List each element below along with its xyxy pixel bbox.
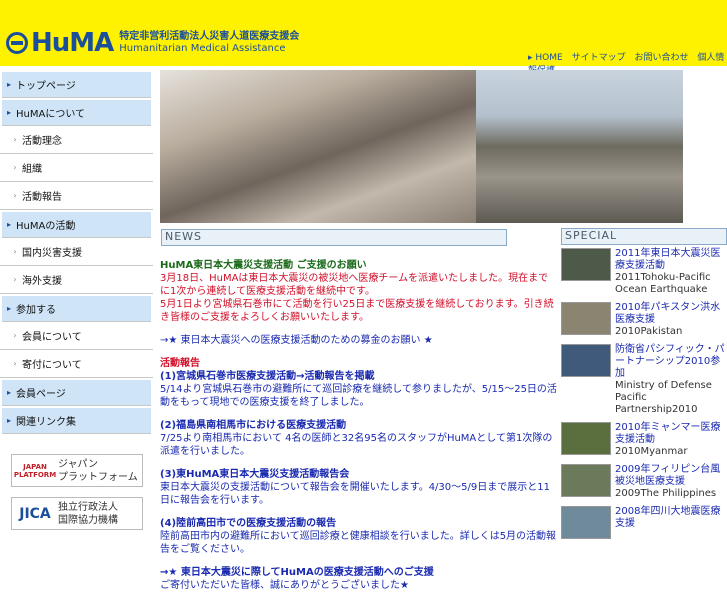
jica-logo: JICA [19, 505, 51, 522]
sidebar-item-reports[interactable]: › 活動報告 [0, 182, 153, 210]
news-item-body-3: 東日本大震災の支援活動について報告会を開催いたします。4/30〜5/9日まで展示… [160, 482, 550, 506]
special-link[interactable]: 2011年東日本大震災医療支援活動 [615, 248, 727, 272]
special-link[interactable]: 2010年パキスタン洪水医療支援 [615, 302, 727, 326]
special-item[interactable]: 2010年ミャンマー医療支援活動 2010Myanmar [561, 422, 727, 458]
hero-photo-medical-care [160, 70, 476, 223]
japan-platform-banner[interactable]: JAPAN PLATFORM ジャパン プラットフォーム [11, 454, 143, 487]
chevron-right-icon: ▸ [6, 416, 11, 425]
sidebar-item-organization[interactable]: › 組織 [0, 154, 153, 182]
news-red-text-1: 3月18日、HuMAは東日本大震災の被災地へ医療チームを派遣いたしました。現在ま… [160, 273, 549, 297]
special-item[interactable]: 2011年東日本大震災医療支援活動 2011Tohoku-Pacific Ocea… [561, 248, 727, 296]
topnav-sitemap-link[interactable]: サイトマップ [572, 53, 626, 63]
chevron-right-icon: › [13, 247, 17, 256]
topnav-contact-link[interactable]: お問い合わせ [634, 53, 688, 63]
special-subtitle: 2009The Philippines [615, 488, 717, 499]
sidebar-item-donation[interactable]: › 寄付について [0, 350, 153, 378]
sidebar-item-links[interactable]: ▸ 関連リンク集 [2, 408, 151, 434]
special-subtitle: Ministry of Defense Pacific Partnership2… [615, 380, 712, 415]
news-title: HuMA東日本大震災支援活動 ご支援のお願い [160, 260, 367, 271]
special-thumbnail[interactable] [561, 506, 611, 539]
chevron-right-icon: ▸ [6, 108, 11, 117]
news-section-header: NEWS [161, 229, 507, 246]
sidebar-item-activities[interactable]: ▸ HuMAの活動 [2, 212, 151, 238]
chevron-right-icon: › [13, 135, 17, 144]
japan-platform-logo: JAPAN PLATFORM [13, 462, 57, 479]
logo-word: HuMA [31, 28, 114, 58]
support-thanks-text: ご寄付いただいた皆様、誠にありがとうございました★ [160, 580, 409, 591]
special-thumbnail[interactable] [561, 464, 611, 497]
sidebar-item-domestic[interactable]: › 国内災害支援 [0, 238, 153, 266]
special-subtitle: 2010Pakistan [615, 326, 683, 337]
special-link[interactable]: 防衛省パシフィック・パートナーシップ2010参加 [615, 344, 727, 380]
chevron-right-icon: ▸ [6, 220, 11, 229]
chevron-right-icon: › [13, 331, 17, 340]
chevron-right-icon: ▸ [6, 388, 11, 397]
special-link[interactable]: 2008年四川大地震医療支援 [615, 506, 727, 530]
special-thumbnail[interactable] [561, 248, 611, 281]
sidebar-item-about[interactable]: ▸ HuMAについて [2, 100, 151, 126]
hero-photo-disaster-site [476, 70, 683, 223]
news-content: HuMA東日本大震災支援活動 ご支援のお願い 3月18日、HuMAは東日本大震災… [160, 259, 558, 592]
chevron-right-icon: › [13, 275, 17, 284]
org-name-en: Humanitarian Medical Assistance [119, 43, 286, 54]
special-link[interactable]: 2010年ミャンマー医療支援活動 [615, 422, 727, 446]
special-thumbnail[interactable] [561, 422, 611, 455]
news-item-head-1[interactable]: (1)宮城県石巻市医療支援活動→活動報告を掲載 [160, 370, 558, 383]
news-item-body-4: 陸前高田市内の避難所において巡回診療と健康相談を行いました。詳しくは5月の活動報… [160, 531, 557, 555]
special-item[interactable]: 防衛省パシフィック・パートナーシップ2010参加 Ministry of Defe… [561, 344, 727, 416]
special-item[interactable]: 2008年四川大地震医療支援 [561, 506, 727, 539]
special-subtitle: 2011Tohoku-Pacific Ocean Earthquake [615, 272, 711, 295]
sidebar-item-overseas[interactable]: › 海外支援 [0, 266, 153, 294]
logo-mark-icon [6, 32, 28, 54]
chevron-right-icon: › [13, 163, 17, 172]
sidebar-item-philosophy[interactable]: › 活動理念 [0, 126, 153, 154]
news-red-text-2: 5月1日より宮城県石巻市にて活動を行い25日まで医療支援を継続しております。引き… [160, 299, 554, 323]
sidebar-item-join[interactable]: ▸ 参加する [2, 296, 151, 322]
jica-banner[interactable]: JICA 独立行政法人 国際協力機構 [11, 497, 143, 530]
sidebar-item-members-page[interactable]: ▸ 会員ページ [2, 380, 151, 406]
huma-logo[interactable]: HuMA 特定非営利活動法人災害人道医療支援会 Humanitarian Med… [6, 28, 299, 58]
special-subtitle: 2010Myanmar [615, 446, 688, 457]
chevron-right-icon: › [13, 191, 17, 200]
news-item-head-4[interactable]: (4)陸前高田市での医療支援活動の報告 [160, 517, 558, 530]
news-item-body-2: 7/25より南相馬市において 4名の医師と32名95名のスタッフがHuMAとして… [160, 433, 553, 457]
org-name-jp: 特定非営利活動法人災害人道医療支援会 [119, 31, 300, 42]
news-item-head-2[interactable]: (2)福島県南相馬市における医療支援活動 [160, 419, 558, 432]
sidebar-item-top[interactable]: ▸ トップページ [2, 72, 151, 98]
sidebar-item-membership[interactable]: › 会員について [0, 322, 153, 350]
news-item-body-1: 5/14より宮城県石巻市の避難所にて巡回診療を継続して参りましたが、5/15〜2… [160, 384, 557, 408]
special-section-header: SPECIAL [561, 228, 727, 245]
site-header: HuMA 特定非営利活動法人災害人道医療支援会 Humanitarian Med… [0, 0, 727, 76]
special-item[interactable]: 2010年パキスタン洪水医療支援 2010Pakistan [561, 302, 727, 338]
special-link[interactable]: 2009年フィリピン台風被災地医療支援 [615, 464, 727, 488]
special-thumbnail[interactable] [561, 344, 611, 377]
news-section-title: 活動報告 [160, 358, 200, 369]
chevron-right-icon: ▸ [6, 304, 11, 313]
special-item[interactable]: 2009年フィリピン台風被災地医療支援 2009The Philippines [561, 464, 727, 500]
news-item-head-3[interactable]: (3)東HuMA東日本大震災支援活動報告会 [160, 468, 558, 481]
chevron-right-icon: › [13, 359, 17, 368]
special-list: 2011年東日本大震災医療支援活動 2011Tohoku-Pacific Ocea… [561, 248, 727, 545]
special-thumbnail[interactable] [561, 302, 611, 335]
sidebar: ▸ トップページ ▸ HuMAについて › 活動理念 › 組織 › 活動報告 ▸ HuMAの… [0, 70, 153, 530]
topnav-home-link[interactable]: ▸ HOME [528, 53, 563, 63]
support-thanks-link[interactable]: →★ 東日本大震災に際してHuMAの医療支援活動へのご支援 [160, 566, 558, 579]
chevron-right-icon: ▸ [6, 80, 11, 89]
donation-appeal-link[interactable]: →★ 東日本大震災への医療支援活動のための募金のお願い ★ [160, 334, 558, 347]
